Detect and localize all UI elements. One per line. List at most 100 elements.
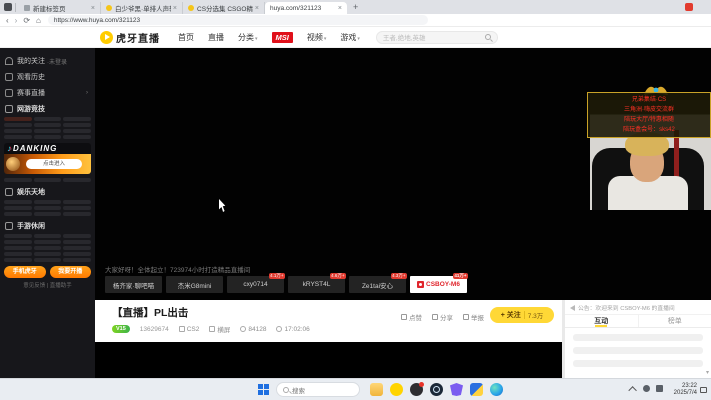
like-button[interactable]: 点赞	[401, 312, 422, 322]
category-tag[interactable]	[34, 212, 62, 216]
channel-tab[interactable]: 杰米G8mini	[166, 276, 223, 293]
category-tag[interactable]	[4, 117, 32, 121]
category-tag[interactable]	[34, 252, 62, 256]
category-tag[interactable]	[4, 135, 32, 139]
sidebar-item-esports[interactable]: 赛事直播 ›	[5, 88, 90, 98]
forward-icon[interactable]: ›	[15, 16, 18, 25]
scrollbar-down-arrow[interactable]: ▾	[706, 369, 709, 376]
category-tag[interactable]	[34, 117, 62, 121]
category-tag[interactable]	[63, 123, 91, 127]
category-tag[interactable]	[63, 246, 91, 250]
extension-icon[interactable]	[685, 3, 693, 11]
close-tab-icon[interactable]: ×	[173, 5, 177, 12]
nav-categories[interactable]: 分类▾	[238, 32, 258, 43]
sidebar-item-follows[interactable]: 我的关注·未登录	[5, 56, 90, 66]
nav-home[interactable]: 首页	[178, 32, 194, 43]
category-tag[interactable]	[4, 240, 32, 244]
category-tag[interactable]	[63, 258, 91, 262]
category-tag[interactable]	[34, 135, 62, 139]
file-explorer-icon[interactable]	[370, 383, 383, 396]
category-tag[interactable]	[4, 129, 32, 133]
video-player[interactable]: 兄弟集结·CS 三角洲·嗨皮交流群 陪玩大厅/特惠相随 陪玩盒会号：sks42 …	[95, 48, 711, 300]
category-tag[interactable]	[34, 129, 62, 133]
search-icon[interactable]	[485, 34, 491, 40]
category-tag[interactable]	[63, 200, 91, 204]
sidebar-item-history[interactable]: 观看历史	[5, 72, 90, 82]
ad-image[interactable]: 点击进入	[4, 154, 91, 174]
category-tag[interactable]	[34, 200, 62, 204]
huya-app-icon[interactable]	[390, 383, 403, 396]
huya-logo[interactable]: 虎牙直播	[100, 30, 160, 45]
channel-tab[interactable]: cxy0714 4.1万+	[227, 276, 284, 293]
sidebar-footer-links[interactable]: 意见反馈 | 直播助手	[4, 281, 91, 289]
category-tag[interactable]	[34, 123, 62, 127]
nav-msi-logo[interactable]: MSI	[272, 32, 293, 43]
network-icon[interactable]	[643, 385, 650, 392]
browser-tab-2[interactable]: 白少爷黑·单排人声轻音优化打法 ×	[101, 2, 183, 14]
url-field[interactable]: https://www.huya.com/321123	[48, 15, 428, 25]
browser-app-icon[interactable]	[490, 383, 503, 396]
orientation-meta[interactable]: 横屏	[209, 324, 230, 334]
close-tab-icon[interactable]: ×	[255, 5, 259, 12]
category-tag[interactable]	[4, 258, 32, 262]
tab-ranking[interactable]: 榜单	[638, 315, 711, 327]
channel-tab[interactable]: CSBOY-M6 41万+	[410, 276, 467, 293]
browser-menu-icon[interactable]	[4, 3, 12, 11]
category-meta[interactable]: CS2	[179, 326, 200, 333]
nav-live[interactable]: 直播	[208, 32, 224, 43]
category-tag[interactable]	[63, 117, 91, 121]
category-tag[interactable]	[63, 178, 91, 182]
site-search-input[interactable]: 王者,绝地,英雄	[376, 31, 498, 44]
category-tag[interactable]	[4, 206, 32, 210]
back-icon[interactable]: ‹	[6, 16, 9, 25]
security-app-icon[interactable]	[450, 383, 463, 396]
category-tag[interactable]	[63, 240, 91, 244]
channel-tab[interactable]: kRYST4L 4.6万+	[288, 276, 345, 293]
notification-center-icon[interactable]	[700, 387, 707, 393]
channel-tab[interactable]: 杨齐家·聊吧喵	[105, 276, 162, 293]
nav-games[interactable]: 游戏▾	[340, 32, 360, 43]
reload-icon[interactable]: ⟳	[23, 16, 30, 25]
category-tag[interactable]	[4, 178, 32, 182]
browser-tab-active[interactable]: huya.com/321123 ×	[265, 2, 347, 14]
browser-tab-3[interactable]: CS分选集 CSGO精华/搞笑集锦 ×	[183, 2, 265, 14]
category-tag[interactable]	[4, 246, 32, 250]
close-tab-icon[interactable]: ×	[91, 5, 95, 12]
chat-app-icon[interactable]	[410, 383, 423, 396]
sidebar-ad-banner[interactable]: ♪ DANKING 点击进入	[4, 143, 91, 174]
category-tag[interactable]	[4, 252, 32, 256]
category-tag[interactable]	[63, 212, 91, 216]
tab-interaction[interactable]: 互动	[565, 315, 638, 327]
taskbar-clock[interactable]: 23:22 2025/7/4	[674, 383, 697, 397]
category-tag[interactable]	[34, 258, 62, 262]
category-tag[interactable]	[63, 135, 91, 139]
category-tag[interactable]	[63, 234, 91, 238]
taskbar-search[interactable]: 搜索	[276, 382, 360, 397]
share-button[interactable]: 分享	[432, 312, 453, 322]
report-button[interactable]: 举报	[463, 312, 484, 322]
category-tag[interactable]	[4, 212, 32, 216]
start-streaming-button[interactable]: 我要开播	[50, 266, 92, 278]
category-tag[interactable]	[63, 252, 91, 256]
category-tag[interactable]	[34, 178, 62, 182]
home-icon[interactable]: ⌂	[36, 16, 41, 25]
media-app-icon[interactable]	[470, 383, 483, 396]
category-tag[interactable]	[34, 206, 62, 210]
browser-tab-1[interactable]: 新建标签页 ×	[19, 2, 101, 14]
start-button[interactable]	[258, 384, 269, 395]
category-tag[interactable]	[4, 200, 32, 204]
new-tab-button[interactable]: +	[353, 2, 358, 12]
category-tag[interactable]	[63, 206, 91, 210]
category-tag[interactable]	[63, 129, 91, 133]
tray-expand-icon[interactable]	[628, 386, 636, 394]
steam-icon[interactable]	[430, 383, 443, 396]
channel-tab[interactable]: Ze1tai安心 4.3万+	[349, 276, 406, 293]
ad-cta-button[interactable]: 点击进入	[26, 159, 82, 169]
category-tag[interactable]	[34, 234, 62, 238]
nav-videos[interactable]: 视频▾	[307, 32, 327, 43]
category-tag[interactable]	[4, 234, 32, 238]
category-tag[interactable]	[4, 123, 32, 127]
category-tag[interactable]	[34, 246, 62, 250]
volume-icon[interactable]	[656, 385, 663, 392]
mobile-app-button[interactable]: 手机虎牙	[4, 266, 46, 278]
